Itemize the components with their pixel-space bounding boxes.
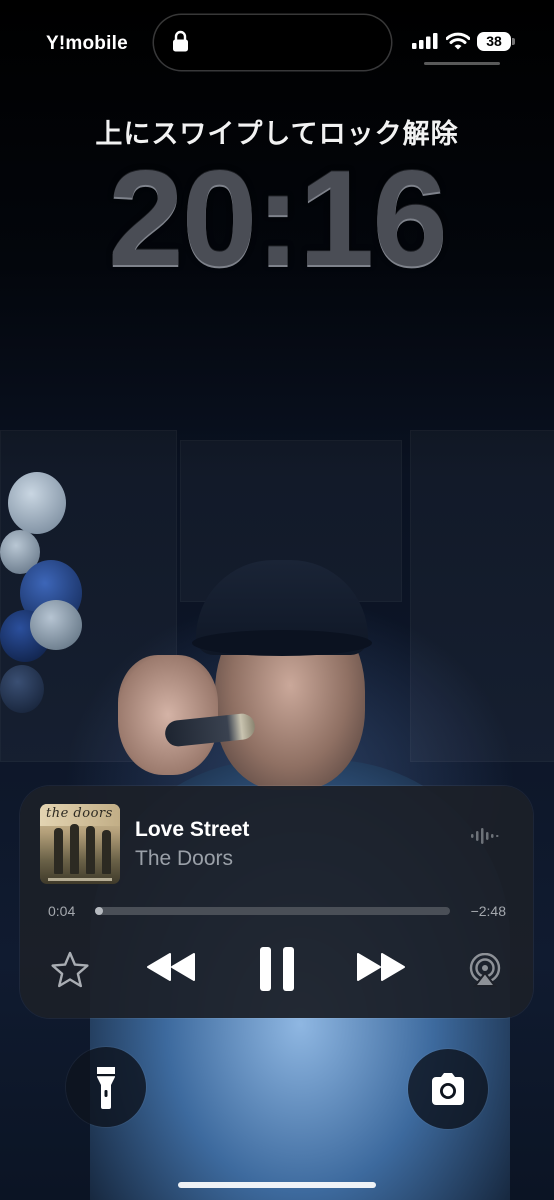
artwork-caption (48, 878, 112, 881)
artwork-figure (70, 824, 79, 874)
home-indicator[interactable] (178, 1182, 376, 1188)
fast-forward-icon[interactable] (355, 952, 407, 982)
lock-icon (173, 30, 188, 52)
balloon (30, 600, 82, 650)
track-artist: The Doors (135, 847, 234, 870)
artwork-logo: the doors (46, 806, 113, 821)
artwork-figure (54, 828, 63, 874)
remaining-time: −2:48 (470, 903, 506, 919)
battery-tip (512, 38, 515, 45)
dynamic-island[interactable] (154, 15, 391, 70)
notification-hint-bar (424, 62, 500, 65)
signal-icon (412, 33, 438, 49)
artwork-figure (86, 826, 95, 874)
balloon (0, 665, 44, 713)
elapsed-time: 0:04 (48, 903, 76, 919)
airplay-icon[interactable] (467, 953, 503, 987)
camera-icon (432, 1073, 464, 1105)
status-bar: Y!mobile 38 (0, 0, 554, 80)
album-artwork[interactable]: the doors (40, 804, 120, 884)
flashlight-icon (97, 1067, 115, 1109)
waveform-icon (471, 828, 499, 844)
lock-screen-clock[interactable]: 20:16 (0, 150, 554, 286)
pause-icon[interactable] (258, 945, 296, 993)
person-cap-brim (192, 630, 372, 656)
now-playing-widget[interactable]: the doors Love Street The Doors 0:04 −2:… (20, 786, 533, 1018)
battery-icon: 38 (477, 32, 511, 51)
carrier-name: Y!mobile (46, 33, 128, 54)
wall-panel (410, 430, 554, 762)
flashlight-button[interactable] (66, 1047, 146, 1127)
playback-progress-fill (95, 907, 103, 915)
rewind-icon[interactable] (145, 952, 197, 982)
artwork-figure (102, 830, 111, 874)
balloon (8, 472, 66, 534)
person-hand (118, 655, 218, 775)
favorite-star-icon[interactable] (50, 950, 90, 990)
track-title: Love Street (135, 818, 250, 841)
camera-button[interactable] (408, 1049, 488, 1129)
playback-scrubber[interactable] (95, 907, 450, 915)
wifi-icon (446, 32, 470, 50)
